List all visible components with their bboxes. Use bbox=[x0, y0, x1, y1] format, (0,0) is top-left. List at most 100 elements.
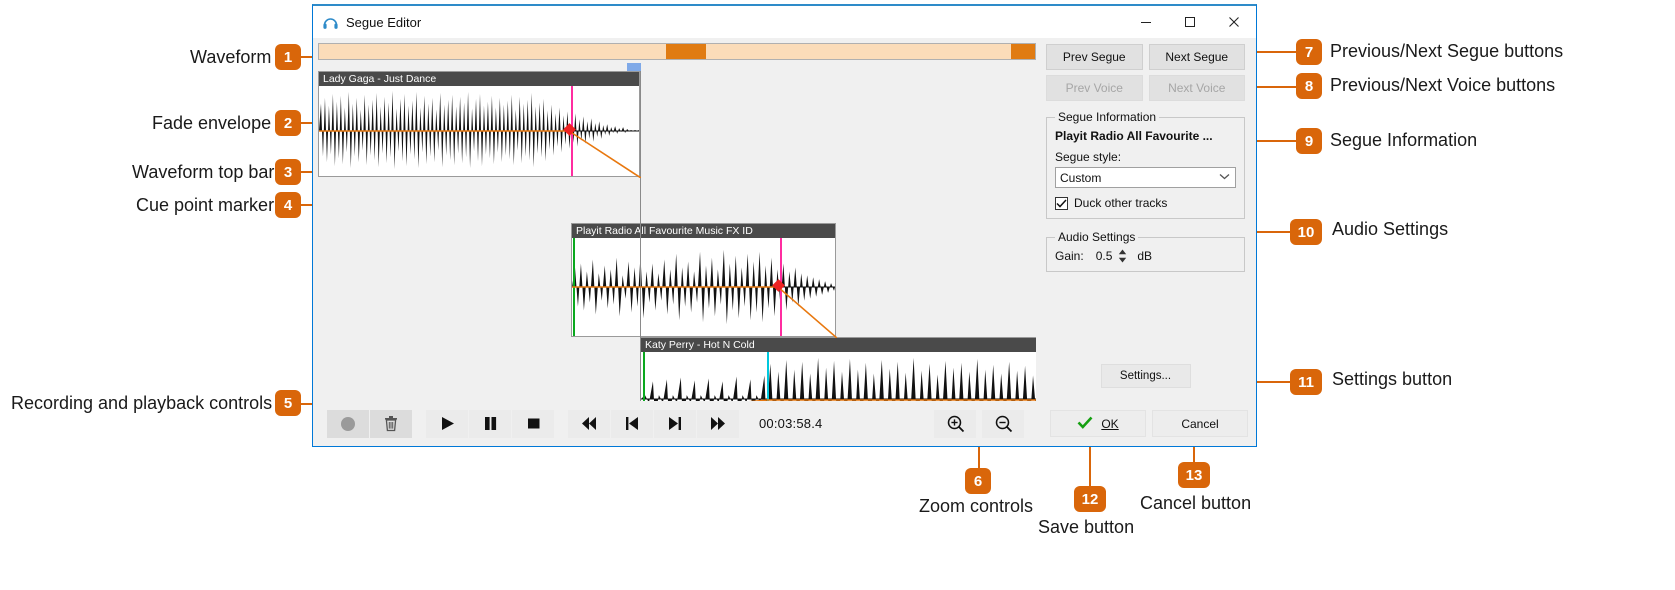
window-title: Segue Editor bbox=[346, 14, 422, 30]
annotation-label-12: Save button bbox=[1038, 517, 1135, 537]
cue-marker-green[interactable] bbox=[643, 352, 645, 401]
segue-nav-buttons: Prev Segue Next Segue bbox=[1046, 44, 1245, 70]
window-controls bbox=[1124, 6, 1256, 38]
next-segue-button[interactable]: Next Segue bbox=[1148, 44, 1245, 70]
seek-group bbox=[568, 409, 739, 438]
segue-style-select[interactable]: Custom bbox=[1055, 167, 1236, 188]
annotation-label-7: Previous/Next Segue buttons bbox=[1330, 41, 1564, 61]
annotation-label-8: Previous/Next Voice buttons bbox=[1330, 75, 1556, 95]
settings-pane: Prev Segue Next Segue Prev Voice Next Vo… bbox=[1040, 38, 1253, 401]
annotation-badge-4: 4 bbox=[275, 192, 301, 218]
waveform[interactable] bbox=[572, 238, 835, 336]
play-button[interactable] bbox=[426, 409, 468, 438]
track-row[interactable]: Lady Gaga - Just Dance bbox=[318, 71, 641, 178]
record-button[interactable] bbox=[327, 409, 369, 438]
playback-group bbox=[426, 409, 554, 438]
annotation-label-10: Audio Settings bbox=[1332, 219, 1449, 239]
annotation-label-13: Cancel button bbox=[1140, 493, 1252, 513]
stop-button[interactable] bbox=[512, 409, 554, 438]
annotation-badge-10: 10 bbox=[1290, 219, 1322, 245]
annotation-label-2: Fade envelope bbox=[152, 113, 272, 133]
segue-information-legend: Segue Information bbox=[1058, 110, 1157, 124]
overview-segment-end bbox=[1010, 44, 1035, 59]
waveform[interactable] bbox=[641, 352, 1036, 401]
segue-style-value: Custom bbox=[1060, 170, 1102, 185]
duck-other-tracks-checkbox[interactable] bbox=[1055, 196, 1068, 210]
annotation-label-6: Zoom controls bbox=[919, 496, 1034, 516]
ok-label: OK bbox=[1101, 416, 1119, 431]
duck-other-tracks-row[interactable]: Duck other tracks bbox=[1055, 196, 1236, 210]
segue-information-group: Segue Information Playit Radio All Favou… bbox=[1046, 110, 1245, 219]
track-row[interactable]: Playit Radio All Favourite Music FX ID bbox=[571, 223, 837, 338]
zoom-out-button[interactable] bbox=[982, 409, 1024, 438]
annotation-label-3: Waveform top bar bbox=[132, 162, 275, 182]
audio-settings-group: Audio Settings Gain: 0.5 dB bbox=[1046, 230, 1245, 272]
window-body: Lady Gaga - Just Dance Playit Radio All … bbox=[313, 38, 1256, 401]
annotation-badge-2: 2 bbox=[275, 110, 301, 136]
check-icon bbox=[1077, 416, 1093, 432]
playhead-marker[interactable] bbox=[640, 71, 641, 401]
settings-button[interactable]: Settings... bbox=[1100, 364, 1191, 388]
annotation-badge-11: 11 bbox=[1290, 369, 1322, 395]
waveform-top-bar-marker[interactable] bbox=[627, 63, 641, 71]
overview-segment bbox=[666, 44, 706, 59]
annotation-badge-1: 1 bbox=[275, 44, 301, 70]
annotation-badge-9: 9 bbox=[1296, 128, 1322, 154]
gain-value[interactable]: 0.5 bbox=[1096, 249, 1113, 263]
zoom-in-button[interactable] bbox=[934, 409, 976, 438]
cue-marker-green[interactable] bbox=[573, 238, 575, 336]
track-title: Playit Radio All Favourite Music FX ID bbox=[572, 224, 835, 238]
skip-previous-button[interactable] bbox=[611, 409, 653, 438]
gain-row: Gain: 0.5 dB bbox=[1055, 249, 1236, 263]
prev-segue-button[interactable]: Prev Segue bbox=[1046, 44, 1143, 70]
minimize-button[interactable] bbox=[1124, 6, 1168, 38]
headphones-icon bbox=[321, 13, 339, 31]
maximize-button[interactable] bbox=[1168, 6, 1212, 38]
overview-bar[interactable] bbox=[318, 43, 1036, 60]
gain-unit: dB bbox=[1137, 249, 1153, 263]
window-titlebar[interactable]: Segue Editor bbox=[313, 6, 1256, 38]
cue-marker-cyan[interactable] bbox=[767, 352, 769, 401]
track-title: Katy Perry - Hot N Cold bbox=[641, 338, 1036, 352]
voice-nav-buttons: Prev Voice Next Voice bbox=[1046, 75, 1245, 101]
duck-other-tracks-label: Duck other tracks bbox=[1074, 196, 1168, 210]
annotation-label-11: Settings button bbox=[1332, 369, 1453, 389]
track-title: Lady Gaga - Just Dance bbox=[319, 72, 639, 86]
transport-toolbar: 00:03:58.4 OK Cancel bbox=[313, 401, 1256, 446]
timecode-display: 00:03:58.4 bbox=[759, 416, 823, 431]
cancel-button[interactable]: Cancel bbox=[1152, 410, 1248, 437]
pause-button[interactable] bbox=[469, 409, 511, 438]
waveform[interactable] bbox=[319, 86, 639, 176]
close-button[interactable] bbox=[1212, 6, 1256, 38]
annotation-badge-7: 7 bbox=[1296, 39, 1322, 65]
pane-spacer bbox=[1046, 272, 1245, 364]
toolbar-right-group: OK Cancel bbox=[934, 409, 1248, 438]
gain-stepper[interactable] bbox=[1118, 249, 1127, 263]
annotation-badge-8: 8 bbox=[1296, 73, 1322, 99]
annotation-label-1: Waveform bbox=[190, 47, 272, 67]
next-voice-button[interactable]: Next Voice bbox=[1148, 75, 1245, 101]
audio-settings-legend: Audio Settings bbox=[1058, 230, 1136, 244]
annotation-badge-12: 12 bbox=[1074, 486, 1106, 512]
annotation-label-4: Cue point marker bbox=[136, 195, 275, 215]
chevron-down-icon bbox=[1219, 172, 1230, 183]
annotation-badge-3: 3 bbox=[275, 159, 301, 185]
delete-button[interactable] bbox=[370, 409, 412, 438]
annotation-badge-5: 5 bbox=[275, 390, 301, 416]
track-row[interactable]: Katy Perry - Hot N Cold bbox=[640, 337, 1036, 401]
waveform-editor-pane: Lady Gaga - Just Dance Playit Radio All … bbox=[313, 38, 1040, 401]
segue-name: Playit Radio All Favourite ... bbox=[1055, 129, 1213, 143]
record-group bbox=[327, 409, 412, 438]
annotation-badge-6: 6 bbox=[965, 468, 991, 494]
skip-next-button[interactable] bbox=[654, 409, 696, 438]
ok-button[interactable]: OK bbox=[1050, 410, 1146, 437]
annotation-label-9: Segue Information bbox=[1330, 130, 1478, 150]
segue-editor-window: Segue Editor Lady Gaga - Just Dance Play… bbox=[312, 4, 1257, 447]
rewind-button[interactable] bbox=[568, 409, 610, 438]
prev-voice-button[interactable]: Prev Voice bbox=[1046, 75, 1143, 101]
fast-forward-button[interactable] bbox=[697, 409, 739, 438]
annotation-badge-13: 13 bbox=[1178, 462, 1210, 488]
segue-style-label: Segue style: bbox=[1055, 150, 1122, 164]
track-area[interactable]: Lady Gaga - Just Dance Playit Radio All … bbox=[318, 63, 1036, 401]
annotation-label-5: Recording and playback controls bbox=[11, 393, 273, 413]
